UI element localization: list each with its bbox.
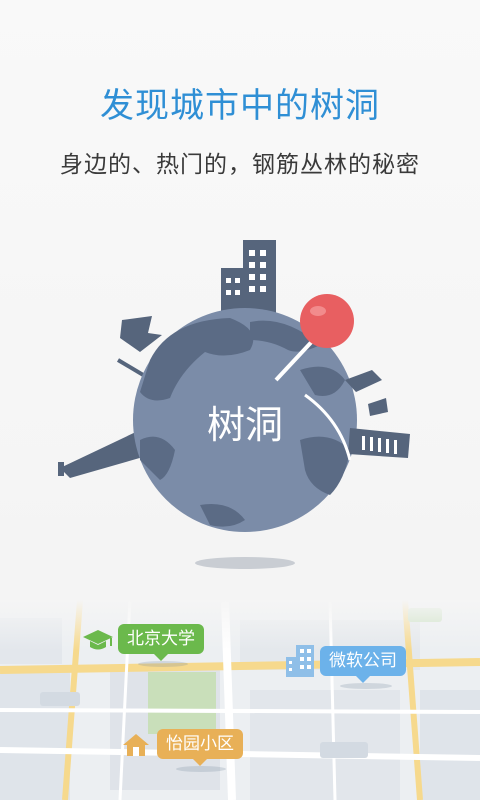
pin-shadow — [340, 683, 392, 689]
map-pin-microsoft[interactable]: 微软公司 — [320, 646, 406, 683]
map-pin-peking-university[interactable]: 北京大学 — [118, 624, 204, 661]
globe-label: 树洞 — [207, 403, 283, 447]
house-icon — [122, 733, 150, 761]
graduation-cap-icon — [82, 628, 114, 656]
pin-shadow — [138, 661, 188, 667]
globe-illustration: 树洞 — [58, 240, 410, 569]
tall-building-icon — [221, 240, 276, 320]
globe-shadow — [195, 557, 295, 569]
office-building-icon — [286, 645, 316, 681]
map-pin-yiyuan-community[interactable]: 怡园小区 — [157, 729, 243, 766]
onboarding-screen: 发现城市中的树洞 身边的、热门的，钢筋丛林的秘密 树洞 北京大学 微软公司 怡园… — [0, 0, 480, 800]
pin-shadow — [176, 766, 226, 772]
